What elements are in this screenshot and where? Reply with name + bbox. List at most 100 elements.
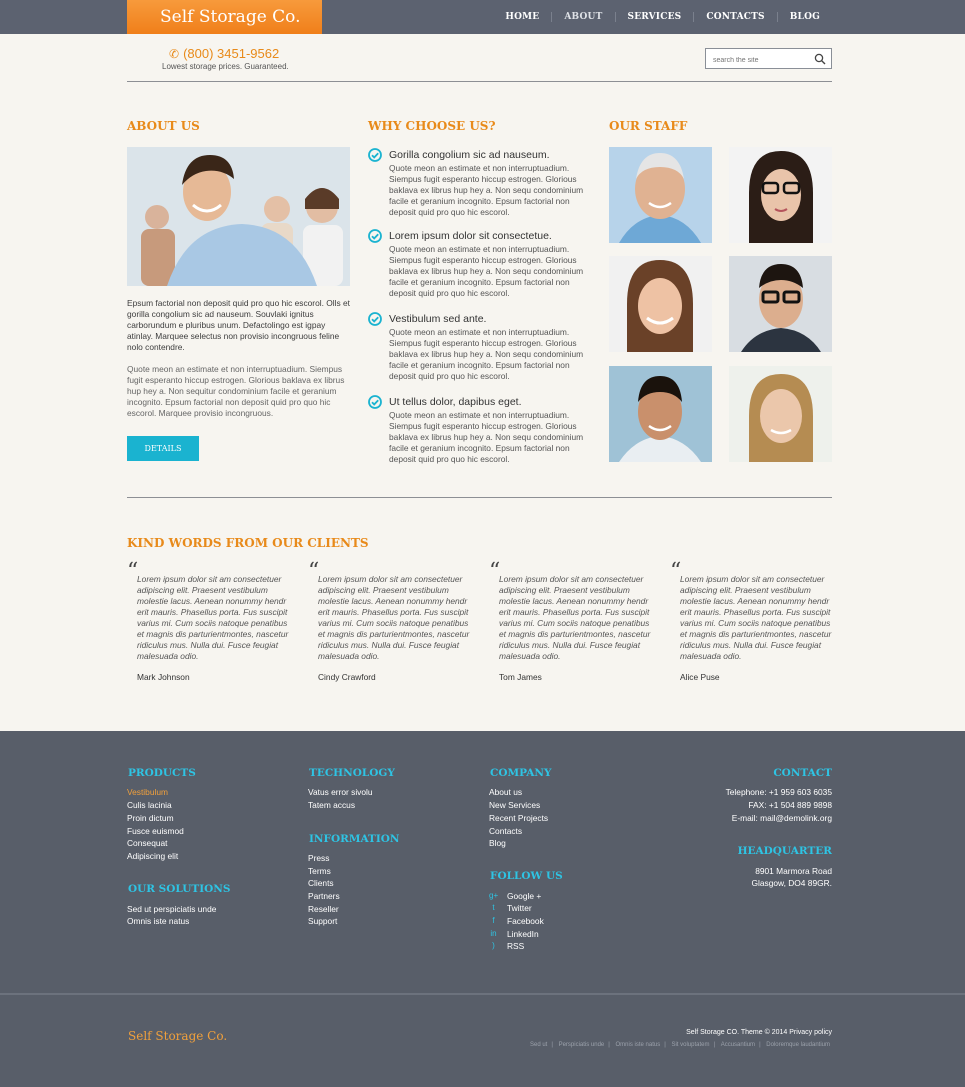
social-label: RSS xyxy=(507,941,525,951)
footer-link[interactable]: Culis lacinia xyxy=(127,800,172,810)
footer-link[interactable]: Support xyxy=(308,916,337,926)
contact-email[interactable]: E-mail: mail@demolink.org xyxy=(732,813,832,823)
footer-sublink[interactable]: Perspiciatis unde xyxy=(557,1042,607,1048)
footer-link[interactable]: Tatem accus xyxy=(308,800,355,810)
social-label: Twitter xyxy=(507,903,532,913)
nav-services[interactable]: SERVICES xyxy=(614,12,694,22)
footer-link[interactable]: Terms xyxy=(308,866,331,876)
main-nav: HOME ABOUT SERVICES CONTACTS BLOG xyxy=(493,0,832,34)
social-label: Facebook xyxy=(507,916,544,926)
check-circle-icon xyxy=(368,395,382,409)
footer-divider xyxy=(0,993,965,995)
nav-contacts[interactable]: CONTACTS xyxy=(693,12,776,22)
footer-link[interactable]: Omnis iste natus xyxy=(127,916,189,926)
top-bar: Self Storage Co. HOME ABOUT SERVICES CON… xyxy=(0,0,965,34)
staff-photo[interactable] xyxy=(729,366,832,462)
testimonial-text: Lorem ipsum dolor sit am consectetuer ad… xyxy=(318,574,470,661)
nav-about[interactable]: ABOUT xyxy=(551,12,614,22)
tagline: Lowest storage prices. Guaranteed. xyxy=(162,62,289,71)
footer-sublink[interactable]: Sed ut xyxy=(528,1042,549,1048)
copyright: Self Storage CO. Theme © 2014 Privacy po… xyxy=(686,1029,832,1036)
headquarter-heading: HEADQUARTER xyxy=(737,845,832,857)
information-heading: INFORMATION xyxy=(309,833,400,845)
footer-link[interactable]: New Services xyxy=(489,800,540,810)
contact-heading: CONTACT xyxy=(773,767,832,779)
solutions-heading: OUR SOLUTIONS xyxy=(128,883,231,895)
staff-photo[interactable] xyxy=(729,256,832,352)
search-icon[interactable] xyxy=(814,53,826,65)
separator: | xyxy=(713,1042,716,1048)
address-line: 8901 Marmora Road xyxy=(755,866,832,876)
rss-icon: ) xyxy=(492,941,495,950)
footer-link[interactable]: Consequat xyxy=(127,838,168,848)
footer-link[interactable]: Clients xyxy=(308,878,334,888)
search-input[interactable] xyxy=(706,51,831,70)
why-item-title: Gorilla congolium sic ad nauseum. xyxy=(389,149,550,161)
twitter-icon: t xyxy=(492,903,495,912)
footer-sublink[interactable]: Accusantium xyxy=(719,1042,757,1048)
about-photo xyxy=(127,147,350,286)
address-line: Glasgow, DO4 89GR. xyxy=(751,878,832,888)
footer-link[interactable]: Press xyxy=(308,853,329,863)
footer-sublink[interactable]: Omnis iste natus xyxy=(614,1042,663,1048)
staff-photo[interactable] xyxy=(609,147,712,243)
contact-telephone: Telephone: +1 959 603 6035 xyxy=(725,787,832,797)
company-heading: COMPANY xyxy=(490,767,552,779)
google-plus-icon: g+ xyxy=(489,891,499,900)
why-heading: WHY CHOOSE US? xyxy=(368,119,496,133)
why-item-title: Lorem ipsum dolor sit consectetue. xyxy=(389,230,552,242)
testimonial-author: Alice Puse xyxy=(680,672,720,682)
staff-photo[interactable] xyxy=(609,366,712,462)
staff-heading: OUR STAFF xyxy=(609,119,688,133)
details-button[interactable]: DETAILS xyxy=(127,436,199,461)
footer-link[interactable]: Reseller xyxy=(308,904,339,914)
footer-link[interactable]: Fusce euismod xyxy=(127,826,184,836)
footer-link[interactable]: Adipiscing elit xyxy=(127,851,178,861)
footer-link[interactable]: Vatus error sivolu xyxy=(308,787,373,797)
testimonial-author: Cindy Crawford xyxy=(318,672,376,682)
footer-link[interactable]: Contacts xyxy=(489,826,522,836)
footer-link[interactable]: Vestibulum xyxy=(127,787,168,797)
separator: | xyxy=(608,1042,610,1048)
why-item-body: Quote meon an estimate et non interruptu… xyxy=(389,163,584,217)
testimonial-author: Mark Johnson xyxy=(137,672,190,682)
footer-link[interactable]: Recent Projects xyxy=(489,813,548,823)
follow-heading: FOLLOW US xyxy=(490,870,563,882)
footer-sublink[interactable]: Sit voluptatem xyxy=(669,1042,711,1048)
footer-link[interactable]: Blog xyxy=(489,838,506,848)
footer-sublinks: Sed ut | Perspiciatis unde | Omnis iste na… xyxy=(528,1042,832,1048)
nav-blog[interactable]: BLOG xyxy=(776,12,832,22)
products-heading: PRODUCTS xyxy=(128,767,196,779)
testimonials-heading: KIND WORDS FROM OUR CLIENTS xyxy=(127,536,369,550)
site-logo[interactable]: Self Storage Co. xyxy=(127,0,322,34)
check-circle-icon xyxy=(368,229,382,243)
testimonial-text: Lorem ipsum dolor sit am consectetuer ad… xyxy=(137,574,289,661)
about-paragraph-2: Quote meon an estimate et non interruptu… xyxy=(127,364,345,418)
staff-photo[interactable] xyxy=(729,147,832,243)
separator: | xyxy=(664,1042,666,1048)
check-circle-icon xyxy=(368,148,382,162)
phone-text: (800) 3451-9562 xyxy=(183,46,280,61)
why-item-body: Quote meon an estimate et non interruptu… xyxy=(389,244,584,298)
social-label: LinkedIn xyxy=(507,929,539,939)
team-photo-illustration xyxy=(127,147,350,286)
why-item-title: Ut tellus dolor, dapibus eget. xyxy=(389,396,522,408)
social-label: Google + xyxy=(507,891,542,901)
phone-icon: ✆ xyxy=(169,47,180,61)
contact-fax: FAX: +1 504 889 9898 xyxy=(748,800,832,810)
staff-photo[interactable] xyxy=(609,256,712,352)
phone-number: ✆ (800) 3451-9562 xyxy=(169,46,279,61)
linkedin-icon: in xyxy=(490,929,497,938)
separator: | xyxy=(759,1042,761,1048)
footer-sublink[interactable]: Doloremque laudantium xyxy=(764,1042,832,1048)
footer-logo[interactable]: Self Storage Co. xyxy=(128,1029,227,1043)
check-circle-icon xyxy=(368,312,382,326)
footer-link[interactable]: About us xyxy=(489,787,522,797)
facebook-icon: f xyxy=(492,916,495,925)
nav-home[interactable]: HOME xyxy=(493,12,551,22)
search-box xyxy=(705,48,832,70)
footer-link[interactable]: Partners xyxy=(308,891,340,901)
divider xyxy=(127,497,832,498)
footer-link[interactable]: Sed ut perspiciatis unde xyxy=(127,904,216,914)
footer-link[interactable]: Proin dictum xyxy=(127,813,174,823)
